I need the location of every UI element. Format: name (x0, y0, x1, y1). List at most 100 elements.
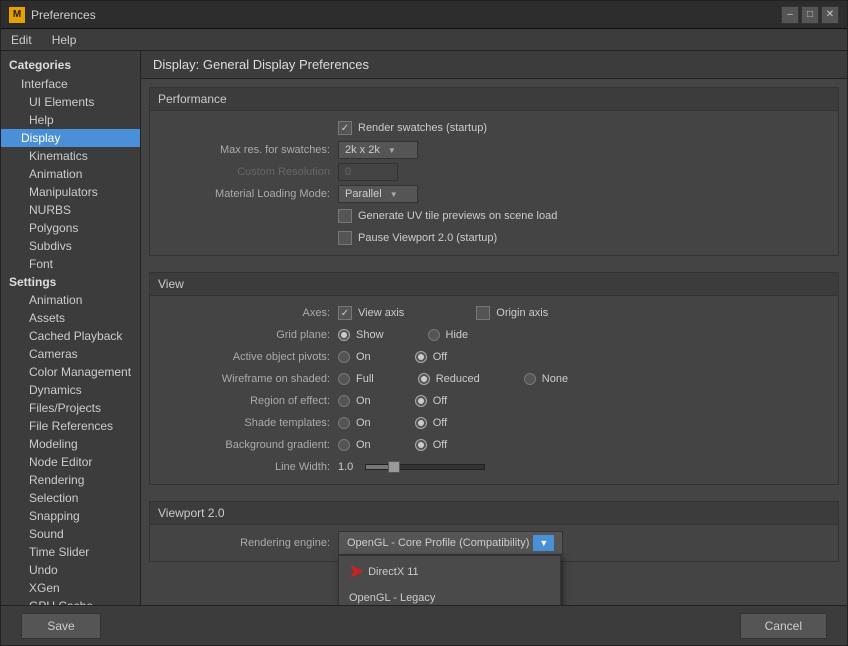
render-swatches-checkbox[interactable] (338, 121, 352, 135)
sidebar-item-assets[interactable]: Assets (1, 309, 140, 327)
wireframe-reduced-text: Reduced (436, 373, 480, 385)
bg-gradient-on-text: On (356, 439, 371, 451)
menu-help[interactable]: Help (46, 31, 83, 49)
sidebar-item-animation[interactable]: Animation (1, 165, 140, 183)
grid-plane-show-radio[interactable] (338, 329, 350, 341)
pivots-content: On Off (338, 351, 830, 363)
wireframe-full-radio[interactable] (338, 373, 350, 385)
max-res-row: Max res. for swatches: 2k x 2k (158, 139, 830, 161)
pause-viewport-content: Pause Viewport 2.0 (startup) (338, 231, 830, 245)
save-button[interactable]: Save (21, 613, 101, 639)
line-width-slider-fill (366, 465, 390, 469)
pivots-off-radio[interactable] (415, 351, 427, 363)
sidebar-item-display[interactable]: Display (1, 129, 140, 147)
minimize-button[interactable]: – (781, 6, 799, 24)
sidebar-item-cameras[interactable]: Cameras (1, 345, 140, 363)
pivots-on-radio[interactable] (338, 351, 350, 363)
region-effect-off-text: Off (433, 395, 447, 407)
sidebar-item-sound[interactable]: Sound (1, 525, 140, 543)
axes-content: View axis Origin axis (338, 306, 830, 320)
sidebar-item-time-slider[interactable]: Time Slider (1, 543, 140, 561)
performance-header: Performance (150, 88, 838, 111)
sidebar-item-polygons[interactable]: Polygons (1, 219, 140, 237)
rendering-dropdown-popup: ➤ DirectX 11 OpenGL - Legacy ➤ OpenGL - … (338, 555, 561, 605)
rendering-dropdown-container: OpenGL - Core Profile (Compatibility) ▼ … (338, 531, 563, 555)
sidebar-item-settings-animation[interactable]: Animation (1, 291, 140, 309)
sidebar-item-file-references[interactable]: File References (1, 417, 140, 435)
rendering-dropdown[interactable]: OpenGL - Core Profile (Compatibility) ▼ (338, 531, 563, 555)
render-swatches-text: Render swatches (startup) (358, 122, 487, 134)
shade-templates-row: Shade templates: On Off (158, 412, 830, 434)
sidebar-item-node-editor[interactable]: Node Editor (1, 453, 140, 471)
max-res-dropdown[interactable]: 2k x 2k (338, 141, 418, 159)
grid-plane-label: Grid plane: (158, 329, 338, 341)
wireframe-row: Wireframe on shaded: Full Reduced None (158, 368, 830, 390)
main-panel: Display: General Display Preferences Per… (141, 51, 847, 605)
pivots-on-text: On (356, 351, 371, 363)
sidebar-item-help[interactable]: Help (1, 111, 140, 129)
axes-label: Axes: (158, 307, 338, 319)
bg-gradient-on-radio[interactable] (338, 439, 350, 451)
shade-templates-label: Shade templates: (158, 417, 338, 429)
rendering-dropdown-value: OpenGL - Core Profile (Compatibility) (347, 537, 529, 549)
rendering-label: Rendering engine: (158, 537, 338, 549)
bg-gradient-off-text: Off (433, 439, 447, 451)
region-effect-on-radio[interactable] (338, 395, 350, 407)
shade-templates-off-radio[interactable] (415, 417, 427, 429)
maximize-button[interactable]: □ (801, 6, 819, 24)
view-header: View (150, 273, 838, 296)
window-title: Preferences (31, 8, 96, 22)
sidebar-item-font[interactable]: Font (1, 255, 140, 273)
sidebar-item-ui-elements[interactable]: UI Elements (1, 93, 140, 111)
sidebar-item-xgen[interactable]: XGen (1, 579, 140, 597)
sidebar-item-selection[interactable]: Selection (1, 489, 140, 507)
shade-templates-off-text: Off (433, 417, 447, 429)
sidebar-item-undo[interactable]: Undo (1, 561, 140, 579)
pause-viewport-text: Pause Viewport 2.0 (startup) (358, 232, 497, 244)
sidebar-item-files-projects[interactable]: Files/Projects (1, 399, 140, 417)
custom-res-input[interactable] (338, 163, 398, 181)
sidebar-item-gpu-cache[interactable]: GPU Cache (1, 597, 140, 605)
grid-plane-hide-radio[interactable] (428, 329, 440, 341)
bg-gradient-off-radio[interactable] (415, 439, 427, 451)
sidebar-item-nurbs[interactable]: NURBS (1, 201, 140, 219)
menu-edit[interactable]: Edit (5, 31, 38, 49)
region-effect-content: On Off (338, 395, 830, 407)
uv-tile-content: Generate UV tile previews on scene load (338, 209, 830, 223)
sidebar-item-manipulators[interactable]: Manipulators (1, 183, 140, 201)
close-button[interactable]: ✕ (821, 6, 839, 24)
sidebar-item-subdivs[interactable]: Subdivs (1, 237, 140, 255)
dropdown-option-opengl-legacy[interactable]: OpenGL - Legacy (339, 587, 560, 605)
sidebar-item-cached-playback[interactable]: Cached Playback (1, 327, 140, 345)
line-width-slider-thumb[interactable] (388, 461, 400, 473)
sidebar-item-dynamics[interactable]: Dynamics (1, 381, 140, 399)
view-axis-text: View axis (358, 307, 404, 319)
sidebar-item-kinematics[interactable]: Kinematics (1, 147, 140, 165)
origin-axis-checkbox[interactable] (476, 306, 490, 320)
line-width-slider[interactable] (365, 464, 485, 470)
sidebar-item-color-management[interactable]: Color Management (1, 363, 140, 381)
shade-templates-on-text: On (356, 417, 371, 429)
wireframe-reduced-radio[interactable] (418, 373, 430, 385)
shade-templates-on-radio[interactable] (338, 417, 350, 429)
uv-tile-text: Generate UV tile previews on scene load (358, 210, 557, 222)
sidebar: Categories Interface UI Elements Help Di… (1, 51, 141, 605)
material-loading-dropdown[interactable]: Parallel (338, 185, 418, 203)
sidebar-item-rendering[interactable]: Rendering (1, 471, 140, 489)
title-bar: M Preferences – □ ✕ (1, 1, 847, 29)
uv-tile-checkbox[interactable] (338, 209, 352, 223)
region-effect-off-radio[interactable] (415, 395, 427, 407)
grid-plane-row: Grid plane: Show Hide (158, 324, 830, 346)
custom-res-label: Custom Resolution (158, 166, 338, 178)
region-effect-label: Region of effect: (158, 395, 338, 407)
wireframe-none-radio[interactable] (524, 373, 536, 385)
sidebar-item-interface[interactable]: Interface (1, 75, 140, 93)
sidebar-item-snapping[interactable]: Snapping (1, 507, 140, 525)
line-width-label: Line Width: (158, 461, 338, 473)
sidebar-item-modeling[interactable]: Modeling (1, 435, 140, 453)
view-axis-checkbox[interactable] (338, 306, 352, 320)
dropdown-arrow-icon[interactable]: ▼ (533, 535, 554, 551)
pause-viewport-checkbox[interactable] (338, 231, 352, 245)
cancel-button[interactable]: Cancel (740, 613, 827, 639)
dropdown-option-directx[interactable]: ➤ DirectX 11 (339, 556, 560, 587)
